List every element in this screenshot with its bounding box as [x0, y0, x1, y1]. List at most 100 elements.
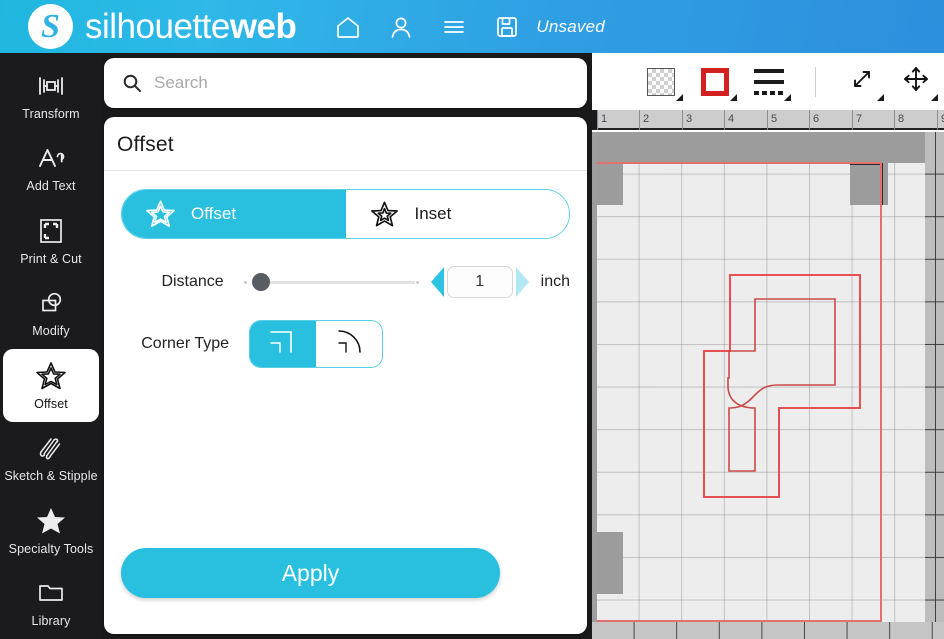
distance-row: Distance inch — [121, 261, 570, 303]
page-title: Offset — [104, 117, 587, 171]
brand-mark-icon: S — [28, 4, 73, 49]
diagonal-arrow-icon — [848, 65, 876, 98]
ruler-tick: 2 — [639, 110, 649, 130]
search-bar[interactable] — [104, 58, 587, 108]
design-canvas[interactable] — [592, 132, 944, 639]
rounded-corner-option[interactable] — [316, 321, 382, 367]
red-square-outline-icon — [701, 67, 729, 96]
distance-increment-button[interactable] — [515, 267, 529, 297]
scale-tool[interactable] — [845, 65, 884, 101]
brand-wordmark: silhouetteweb — [85, 7, 297, 46]
sidebar-item-transform[interactable]: Transform — [3, 59, 99, 132]
move-tool[interactable] — [899, 64, 938, 101]
offset-card-body: Offset Inset Distance 1 inch Corner Type — [104, 171, 587, 368]
line-color-tool[interactable] — [698, 66, 737, 101]
sidebar-item-label: Library — [31, 614, 71, 629]
offset-card: Offset Offset Inset Distance 1 inch Corn… — [104, 117, 587, 634]
horizontal-ruler: 1 2 3 4 5 6 7 8 9 — [592, 110, 944, 130]
library-folder-icon — [35, 577, 67, 609]
distance-label: Distance — [161, 273, 224, 290]
corner-type-row: Corner Type — [121, 320, 570, 368]
tab-inset[interactable]: Inset — [345, 190, 569, 238]
ruler-tick: 9 — [937, 110, 944, 130]
fill-color-tool[interactable] — [644, 66, 683, 101]
user-icon[interactable]: Account — [386, 12, 416, 42]
ruler-tick: 7 — [852, 110, 862, 130]
sketch-stipple-icon — [35, 432, 67, 464]
line-style-tool[interactable] — [752, 66, 791, 101]
header-icon-group: Home Account Menu — [333, 12, 522, 42]
modify-icon — [36, 287, 66, 319]
transform-icon — [35, 70, 67, 102]
distance-decrement-button[interactable] — [430, 267, 444, 297]
brand-name-bold: web — [229, 7, 297, 46]
slider-max-dot — [415, 280, 419, 284]
ruler-tick: 6 — [809, 110, 819, 130]
chevron-down-icon — [676, 93, 683, 101]
document-status: Unsaved — [536, 16, 605, 36]
slider-track — [251, 280, 415, 284]
offset-mode-toggle: Offset Inset — [121, 189, 570, 239]
sidebar-item-label: Add Text — [26, 179, 76, 194]
tool-panel: Offset Offset — [104, 58, 587, 634]
rounded-corner-icon — [331, 326, 367, 363]
tab-inset-label: Inset — [414, 204, 452, 223]
sidebar-item-label: Offset — [34, 396, 68, 411]
chevron-down-icon — [784, 93, 791, 101]
sharp-corner-icon — [265, 326, 301, 363]
search-input[interactable] — [154, 73, 534, 93]
sidebar-item-specialty-tools[interactable]: Specialty Tools — [3, 494, 99, 567]
apply-button[interactable]: Apply — [121, 548, 500, 598]
four-way-arrow-icon — [901, 64, 931, 99]
slider-min-dot — [243, 280, 247, 284]
brand-name-thin: silhouette — [85, 7, 230, 46]
distance-slider[interactable] — [243, 272, 419, 292]
checkerboard-icon — [647, 67, 675, 96]
chevron-down-icon — [730, 93, 737, 101]
sidebar-item-library[interactable]: Library — [3, 567, 99, 639]
line-style-icon — [754, 68, 784, 95]
sidebar-item-label: Modify — [32, 324, 70, 339]
sidebar-item-label: Sketch & Stipple — [4, 469, 98, 484]
tab-offset-label: Offset — [191, 204, 237, 223]
add-text-icon — [35, 142, 67, 174]
menu-icon[interactable]: Menu — [439, 12, 469, 42]
ruler-tick: 5 — [767, 110, 777, 130]
sharp-corner-option[interactable] — [250, 321, 316, 367]
save-icon[interactable]: Save — [492, 12, 522, 42]
ruler-tick: 8 — [894, 110, 904, 130]
canvas-pane: 1 2 3 4 5 6 7 8 9 — [592, 53, 944, 639]
sidebar-item-add-text[interactable]: Add Text — [3, 132, 99, 205]
app-header: S silhouetteweb Home Account — [0, 0, 944, 53]
sidebar-item-modify[interactable]: Modify — [3, 277, 99, 350]
print-and-cut-icon — [36, 215, 66, 247]
specialty-tools-icon — [35, 505, 67, 537]
chevron-down-icon — [877, 93, 884, 101]
sidebar-item-print-and-cut[interactable]: Print & Cut — [3, 204, 99, 277]
slider-thumb[interactable] — [251, 273, 270, 291]
silhouette-web-app: S silhouetteweb Home Account — [0, 0, 944, 639]
ruler-tick: 4 — [724, 110, 734, 130]
home-icon[interactable]: Home — [333, 12, 363, 42]
left-sidebar: Transform Add Text Print & Cut Modify Of… — [0, 53, 102, 639]
ruler-tick: 3 — [682, 110, 692, 130]
sidebar-item-sketch-and-stipple[interactable]: Sketch & Stipple — [3, 422, 99, 495]
chevron-down-icon — [931, 93, 938, 101]
tab-offset[interactable]: Offset — [122, 190, 346, 238]
sidebar-item-offset[interactable]: Offset — [3, 349, 99, 422]
ruler-tick: 1 — [597, 110, 607, 130]
toolbar-divider — [815, 66, 816, 97]
brand-logo[interactable]: S silhouetteweb — [28, 4, 297, 49]
sidebar-item-label: Specialty Tools — [8, 541, 94, 556]
corner-type-label: Corner Type — [141, 335, 229, 352]
distance-unit-label: inch — [540, 273, 570, 290]
canvas-objects[interactable] — [592, 132, 944, 639]
inset-star-icon — [369, 199, 400, 229]
offset-star-icon — [35, 360, 67, 392]
offset-star-outline-icon — [145, 199, 176, 229]
distance-input[interactable] — [446, 266, 513, 298]
ruler-corner — [592, 110, 597, 130]
canvas-toolbar — [592, 53, 944, 110]
sidebar-item-label: Print & Cut — [20, 251, 82, 266]
original-shape-path[interactable] — [727, 298, 836, 472]
